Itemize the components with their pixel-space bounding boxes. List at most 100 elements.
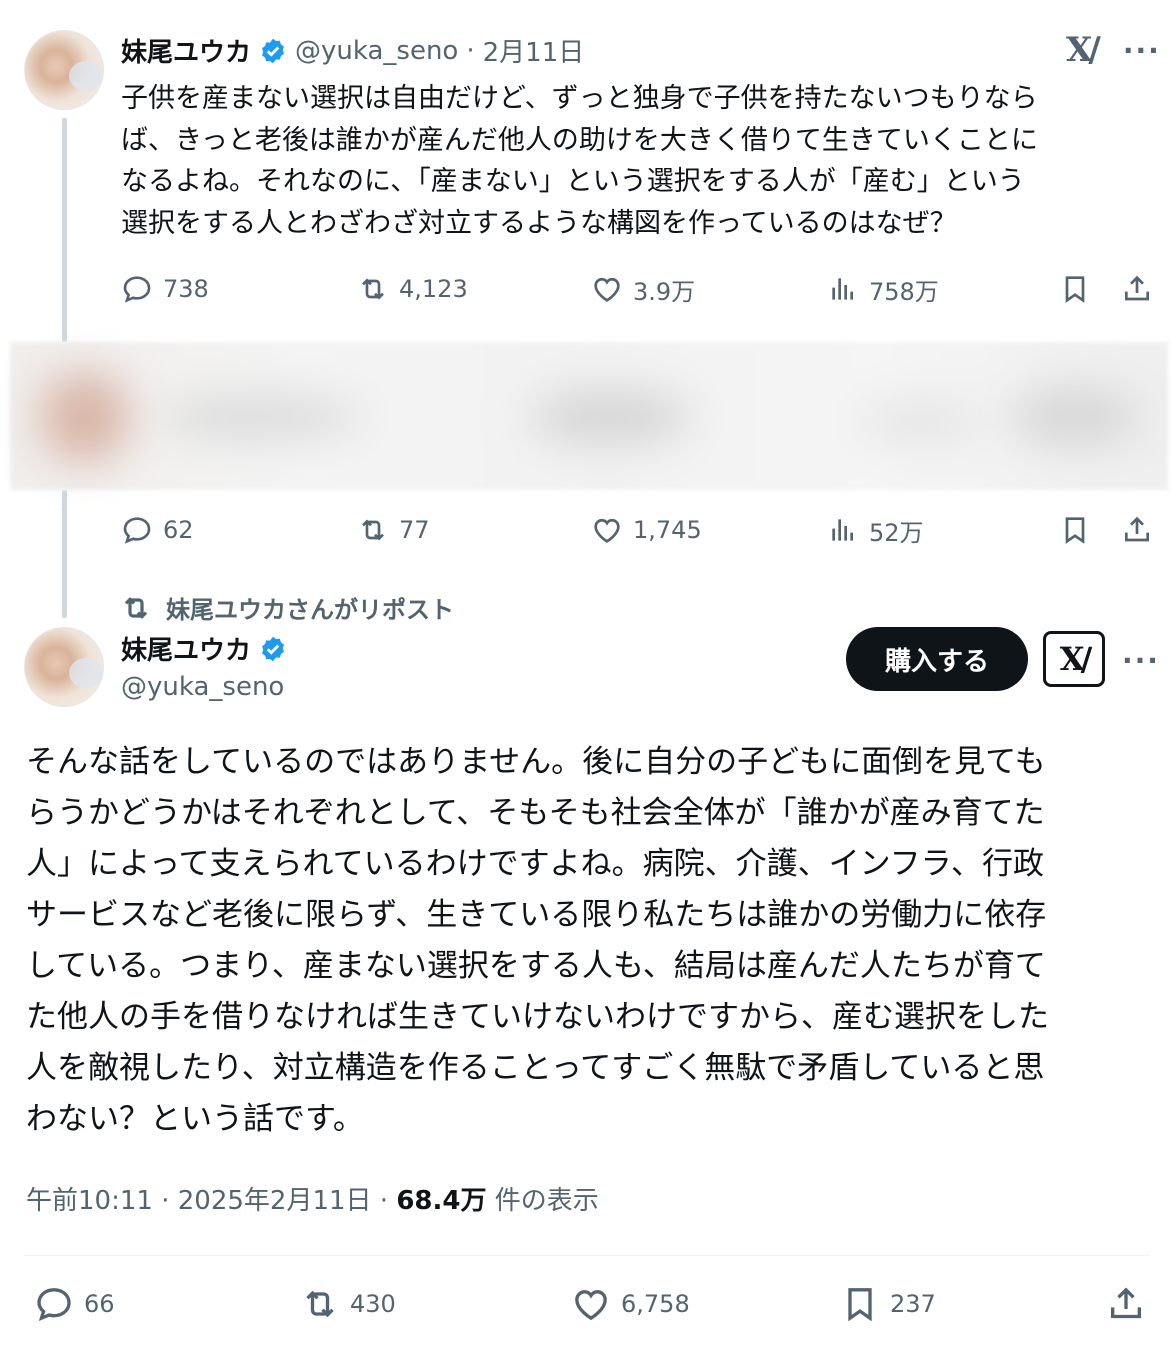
reply-count: 66 bbox=[84, 1290, 115, 1318]
author-name[interactable]: 妹尾ユウカ bbox=[121, 630, 251, 667]
post-time[interactable]: 午前10:11 bbox=[26, 1186, 153, 1216]
repost-count: 430 bbox=[350, 1290, 396, 1318]
share-icon bbox=[1111, 1287, 1141, 1319]
main-handle-row: @yuka_seno bbox=[121, 672, 284, 702]
post2-actions: 62 77 1,745 52万 bbox=[121, 510, 1161, 550]
repost-icon bbox=[362, 278, 384, 300]
text-line: らうかどうかはそれぞれとして、そもそも社会全体が「誰かが産み育てた bbox=[26, 795, 1045, 831]
post1-header: 妹尾ユウカ @yuka_seno · 2月11日 bbox=[121, 32, 584, 69]
avatar[interactable] bbox=[24, 627, 104, 707]
post-date[interactable]: 2月11日 bbox=[483, 32, 585, 69]
thread-line-middle bbox=[62, 490, 67, 618]
repost-icon bbox=[306, 1290, 334, 1318]
reply-button[interactable]: 738 bbox=[121, 269, 209, 309]
like-button[interactable]: 6,758 bbox=[571, 1284, 690, 1324]
like-count: 3.9万 bbox=[633, 277, 696, 306]
blurred-post-content bbox=[10, 342, 1168, 490]
reply-icon bbox=[37, 1288, 71, 1322]
separator: · bbox=[161, 1186, 170, 1216]
heart-icon bbox=[594, 277, 620, 302]
text-line: ば、きっと老後は誰かが産んだ他人の助けを大きく借りて生きていくことに bbox=[121, 124, 1038, 156]
separator: · bbox=[379, 1186, 389, 1216]
text-line: なるよね。それなのに、「産まない」という選択をする人が「産む」という bbox=[121, 166, 1025, 197]
repost-button[interactable]: 430 bbox=[300, 1284, 396, 1324]
author-handle[interactable]: @yuka_seno bbox=[295, 36, 458, 66]
text-line: そんな話をしているのではありません。後に自分の子どもに面倒を見ても bbox=[26, 744, 1046, 780]
more-icon[interactable]: ··· bbox=[1123, 34, 1161, 67]
share-icon bbox=[1125, 516, 1149, 542]
text-line: わない？という話です。 bbox=[26, 1101, 364, 1137]
bookmark-button[interactable] bbox=[1059, 510, 1091, 550]
repost-icon bbox=[124, 596, 148, 619]
text-line: 子供を産まない選択は自由だけど、ずっと独身で子供を持たないつもりなら bbox=[121, 83, 1038, 114]
grok-icon[interactable]: X/ bbox=[1066, 30, 1101, 70]
buy-button[interactable]: 購入する bbox=[846, 627, 1028, 691]
repost-button[interactable]: 4,123 bbox=[357, 269, 468, 309]
text-line: 人」によって支えられているわけですよね。病院、介護、インフラ、行政 bbox=[26, 846, 1045, 882]
separator: · bbox=[466, 35, 475, 66]
bookmark-icon bbox=[848, 1288, 872, 1322]
main-header: 妹尾ユウカ bbox=[121, 630, 287, 667]
main-post-text: そんな話をしているのではありません。後に自分の子どもに面倒を見ても らうかどうか… bbox=[26, 737, 1156, 1145]
verified-badge-icon bbox=[262, 636, 284, 661]
views-count: 52万 bbox=[869, 518, 924, 547]
post1-actions: 738 4,123 3.9万 758万 bbox=[121, 269, 1161, 309]
views-total: 68.4万 bbox=[396, 1186, 487, 1216]
repost-context-label: 妹尾ユウカさんがリポスト bbox=[166, 596, 454, 624]
author-handle[interactable]: @yuka_seno bbox=[121, 672, 284, 702]
reply-count: 738 bbox=[163, 275, 209, 303]
text-line: 人を敵視したり、対立構造を作ることってすごく無駄で矛盾していると思 bbox=[26, 1050, 1045, 1086]
repost-icon bbox=[362, 519, 384, 541]
reply-button[interactable]: 62 bbox=[121, 510, 194, 550]
bookmark-button[interactable] bbox=[1059, 269, 1091, 309]
views-icon bbox=[832, 278, 853, 300]
bookmark-icon bbox=[1065, 517, 1085, 544]
like-button[interactable]: 3.9万 bbox=[591, 269, 695, 309]
verified-badge-icon bbox=[262, 38, 284, 63]
blurred-text bbox=[530, 392, 690, 442]
more-icon[interactable]: ··· bbox=[1122, 644, 1160, 677]
text-line: た他人の手を借りなければ生きていけないわけですから、産む選択をした bbox=[26, 999, 1049, 1035]
author-name[interactable]: 妹尾ユウカ bbox=[121, 32, 251, 69]
text-line: 選択をする人とわざわざ対立するような構図を作っているのはなぜ？ bbox=[121, 207, 957, 239]
text-line: サービスなど老後に限らず、生きている限り私たちは誰かの労働力に依存 bbox=[26, 897, 1047, 933]
heart-icon bbox=[594, 518, 620, 543]
post-metadata: 午前10:11 · 2025年2月11日 · 68.4万 件の表示 bbox=[26, 1180, 599, 1217]
post1-top-actions: X/ ··· bbox=[1066, 30, 1161, 70]
bookmark-count: 237 bbox=[890, 1290, 936, 1318]
reply-button[interactable]: 66 bbox=[34, 1284, 115, 1324]
views-button[interactable]: 758万 bbox=[827, 269, 939, 309]
divider bbox=[24, 1255, 1149, 1256]
blurred-text bbox=[160, 397, 360, 437]
repost-count: 4,123 bbox=[399, 275, 468, 303]
text-line: している。つまり、産まない選択をする人も、結局は産んだ人たちが育て bbox=[26, 948, 1046, 984]
like-count: 6,758 bbox=[621, 1290, 690, 1318]
post-date[interactable]: 2025年2月11日 bbox=[178, 1186, 372, 1216]
repost-count: 77 bbox=[399, 516, 430, 544]
share-button[interactable] bbox=[1121, 510, 1153, 550]
views-icon bbox=[832, 519, 853, 541]
like-count: 1,745 bbox=[633, 516, 702, 544]
main-actions: 66 430 6,758 237 bbox=[34, 1284, 1149, 1324]
grok-icon[interactable]: X/ bbox=[1043, 631, 1105, 687]
repost-button[interactable]: 77 bbox=[357, 510, 430, 550]
share-button[interactable] bbox=[1121, 269, 1153, 309]
reply-count: 62 bbox=[163, 516, 194, 544]
like-button[interactable]: 1,745 bbox=[591, 510, 702, 550]
repost-context[interactable]: 妹尾ユウカさんがリポスト bbox=[120, 590, 454, 625]
thread-line-top bbox=[62, 118, 67, 342]
avatar[interactable] bbox=[24, 30, 104, 110]
reply-icon bbox=[123, 276, 151, 303]
blurred-text bbox=[1010, 387, 1140, 447]
heart-icon bbox=[575, 1290, 607, 1321]
reply-icon bbox=[123, 517, 151, 544]
views-label: 件の表示 bbox=[494, 1186, 599, 1216]
bookmark-icon bbox=[1065, 276, 1085, 303]
share-button[interactable] bbox=[1106, 1284, 1146, 1324]
blurred-text bbox=[860, 402, 980, 442]
post1-text: 子供を産まない選択は自由だけど、ずっと独身で子供を持たないつもりなら ば、きっと… bbox=[121, 78, 1151, 244]
bookmark-button[interactable]: 237 bbox=[840, 1284, 936, 1324]
blurred-avatar bbox=[40, 372, 130, 462]
views-count: 758万 bbox=[869, 277, 939, 306]
views-button[interactable]: 52万 bbox=[827, 510, 924, 550]
